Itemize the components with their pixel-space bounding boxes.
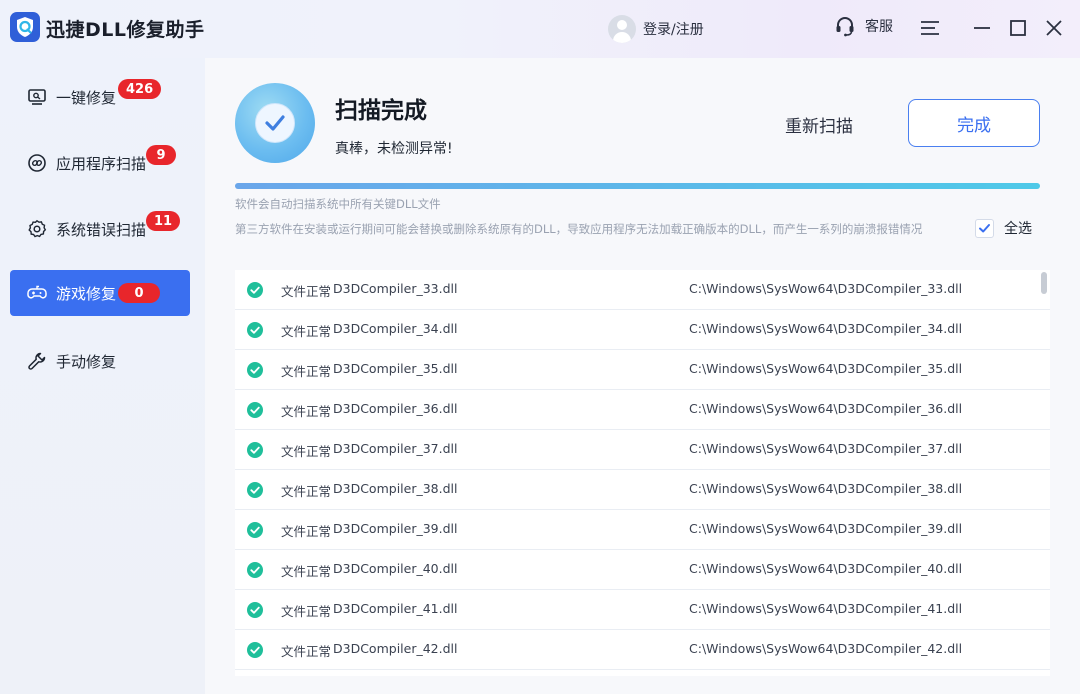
done-button[interactable]: 完成 [908,99,1040,147]
file-name: D3DCompiler_38.dll [333,481,458,496]
customer-service-label: 客服 [865,19,893,35]
file-status: 文件正常 [281,324,332,339]
file-status: 文件正常 [281,644,332,659]
scan-warning-text: 第三方软件在安装或运行期间可能会替换或删除系统原有的DLL，导致应用程序无法加载… [235,222,923,236]
login-register-button[interactable]: 登录/注册 [608,14,704,44]
file-status: 文件正常 [281,444,332,459]
close-icon[interactable] [1042,16,1066,40]
check-circle-icon [247,442,263,458]
table-row[interactable]: 文件正常 D3DCompiler_41.dll C:\Windows\SysWow6… [235,590,1050,630]
checkmark-icon [979,223,990,232]
file-status: 文件正常 [281,484,332,499]
file-status: 文件正常 [281,284,332,299]
gear-icon [28,219,47,238]
gamepad-icon [27,285,47,299]
headset-icon [836,17,854,37]
menu-icon[interactable] [918,16,942,40]
scan-progress-fill [235,183,1040,189]
check-circle-icon [247,322,263,338]
issue-count-badge: 426 [118,79,162,99]
file-status: 文件正常 [281,604,332,619]
maximize-icon[interactable] [1006,16,1030,40]
file-name: D3DCompiler_34.dll [333,321,458,336]
sidebar: 一键修复 426 应用程序扫描 9 系统错误扫描 11 游戏修复 0 手动修复 [0,58,205,694]
title-bar: 迅捷DLL修复助手 登录/注册 客服 [0,0,1080,58]
table-row[interactable]: 文件正常 D3DCompiler_40.dll C:\Windows\SysWow6… [235,550,1050,590]
scan-status-subtitle: 真棒，未检测异常! [335,141,453,157]
file-path: C:\Windows\SysWow64\D3DCompiler_39.dll [689,521,963,536]
file-path: C:\Windows\SysWow64\D3DCompiler_41.dll [689,601,963,616]
file-name: D3DCompiler_40.dll [333,561,458,576]
file-name: D3DCompiler_35.dll [333,361,458,376]
issue-count-badge: 9 [146,145,176,165]
minimize-icon[interactable] [970,16,994,40]
check-circle-icon [247,522,263,538]
select-all-label: 全选 [1004,221,1032,237]
app-logo-icon [10,12,40,42]
sidebar-item-label: 手动修复 [56,352,117,371]
login-register-label: 登录/注册 [643,22,704,38]
file-path: C:\Windows\SysWow64\D3DCompiler_37.dll [689,441,963,456]
file-status: 文件正常 [281,524,332,539]
check-circle-icon [247,362,263,378]
dll-file-list[interactable]: 文件正常 D3DCompiler_33.dll C:\Windows\SysWow6… [235,270,1050,676]
wrench-icon [28,352,46,370]
scan-progress-bar [235,183,1040,189]
sidebar-item-label: 应用程序扫描 [56,154,147,173]
check-circle-icon [247,282,263,298]
sidebar-item-game-repair[interactable]: 游戏修复 0 [10,270,190,316]
link-icon [28,154,46,172]
check-circle-icon [255,103,295,143]
sidebar-item-app-scan[interactable]: 应用程序扫描 9 [10,140,190,186]
check-circle-icon [247,602,263,618]
monitor-repair-icon [28,89,46,105]
file-name: D3DCompiler_39.dll [333,521,458,536]
file-name: D3DCompiler_37.dll [333,441,458,456]
scan-info-text: 软件会自动扫描系统中所有关键DLL文件 [235,197,441,211]
file-status: 文件正常 [281,564,332,579]
file-path: C:\Windows\SysWow64\D3DCompiler_38.dll [689,481,963,496]
file-path: C:\Windows\SysWow64\D3DCompiler_33.dll [689,281,963,296]
sidebar-item-one-click-repair[interactable]: 一键修复 426 [10,74,190,120]
check-circle-icon [247,482,263,498]
sidebar-item-label: 游戏修复 [56,284,117,303]
file-status: 文件正常 [281,364,332,379]
app-title: 迅捷DLL修复助手 [46,19,205,41]
file-path: C:\Windows\SysWow64\D3DCompiler_40.dll [689,561,963,576]
table-row[interactable]: 文件正常 D3DCompiler_37.dll C:\Windows\SysWow6… [235,430,1050,470]
table-row[interactable]: 文件正常 D3DCompiler_34.dll C:\Windows\SysWow6… [235,310,1050,350]
table-row[interactable]: 文件正常 D3DCompiler_35.dll C:\Windows\SysWow6… [235,350,1050,390]
file-name: D3DCompiler_41.dll [333,601,458,616]
file-status: 文件正常 [281,404,332,419]
select-all-toggle[interactable]: 全选 [975,218,1032,238]
avatar-icon [608,15,636,43]
scan-complete-badge [235,83,315,163]
select-all-checkbox[interactable] [975,218,994,238]
sidebar-item-label: 一键修复 [56,88,117,107]
file-path: C:\Windows\SysWow64\D3DCompiler_36.dll [689,401,963,416]
table-row[interactable]: 文件正常 D3DCompiler_36.dll C:\Windows\SysWow6… [235,390,1050,430]
file-path: C:\Windows\SysWow64\D3DCompiler_35.dll [689,361,963,376]
list-scrollbar[interactable] [1041,272,1047,294]
file-path: C:\Windows\SysWow64\D3DCompiler_34.dll [689,321,963,336]
file-name: D3DCompiler_42.dll [333,641,458,656]
check-circle-icon [247,402,263,418]
table-row[interactable]: 文件正常 D3DCompiler_38.dll C:\Windows\SysWow6… [235,470,1050,510]
file-name: D3DCompiler_36.dll [333,401,458,416]
table-row[interactable]: 文件正常 D3DCompiler_42.dll C:\Windows\SysWow6… [235,630,1050,670]
scan-status-title: 扫描完成 [335,98,427,124]
sidebar-item-manual-repair[interactable]: 手动修复 [10,338,190,384]
issue-count-badge: 0 [118,283,160,303]
sidebar-item-label: 系统错误扫描 [56,220,147,239]
table-row[interactable]: 文件正常 D3DCompiler_33.dll C:\Windows\SysWow6… [235,270,1050,310]
customer-service-button[interactable]: 客服 [834,15,893,37]
sidebar-item-system-error-scan[interactable]: 系统错误扫描 11 [10,206,190,252]
issue-count-badge: 11 [146,211,181,231]
check-circle-icon [247,562,263,578]
check-circle-icon [247,642,263,658]
rescan-button[interactable]: 重新扫描 [785,112,853,137]
file-path: C:\Windows\SysWow64\D3DCompiler_42.dll [689,641,963,656]
file-name: D3DCompiler_33.dll [333,281,458,296]
table-row[interactable]: 文件正常 D3DCompiler_39.dll C:\Windows\SysWow6… [235,510,1050,550]
